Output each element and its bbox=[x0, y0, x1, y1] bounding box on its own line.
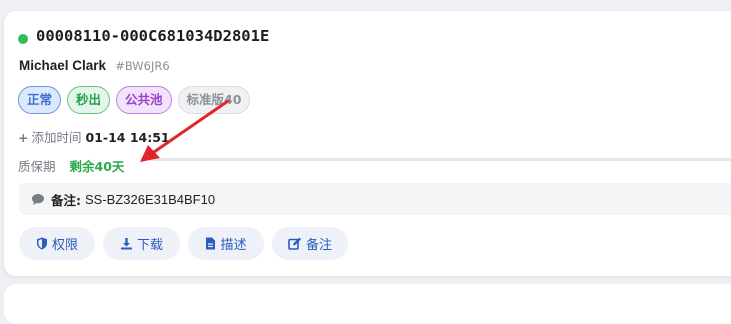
status-dot bbox=[18, 34, 28, 44]
added-time-value: 01-14 14:51 bbox=[85, 130, 170, 145]
warranty-label: 质保期 bbox=[18, 159, 56, 174]
speed-tag[interactable]: 秒出 bbox=[67, 86, 111, 114]
download-icon bbox=[120, 238, 132, 250]
download-button[interactable]: 下载 bbox=[103, 227, 180, 260]
tag-list: 正常 秒出 公共池 标准版40 bbox=[18, 86, 251, 114]
device-id: 00008110-000C681034D2801E bbox=[36, 27, 270, 45]
shield-icon bbox=[36, 237, 47, 250]
user-name: Michael Clark bbox=[19, 58, 107, 73]
remark-button-label: 备注 bbox=[305, 238, 332, 253]
plus-icon: + bbox=[18, 130, 29, 145]
remark-box: 备注: SS-BZ326E31B4BF10 bbox=[19, 183, 731, 215]
remark-button[interactable]: 备注 bbox=[272, 227, 348, 260]
action-bar: 权限 下载 描述 备注 bbox=[19, 227, 348, 260]
warranty-row: 质保期 剩余40天 bbox=[18, 156, 124, 175]
edition-tag[interactable]: 标准版40 bbox=[177, 86, 251, 114]
status-tag[interactable]: 正常 bbox=[18, 86, 62, 114]
describe-label: 描述 bbox=[220, 238, 247, 253]
describe-button[interactable]: 描述 bbox=[188, 227, 264, 260]
next-device-card bbox=[4, 284, 731, 324]
remark-value: SS-BZ326E31B4BF10 bbox=[85, 191, 216, 207]
comment-icon bbox=[31, 193, 45, 206]
edit-icon bbox=[288, 237, 301, 250]
added-time-row: + 添加时间 01-14 14:51 bbox=[18, 127, 170, 146]
user-row: Michael Clark #BW6JR6 bbox=[19, 58, 170, 74]
download-label: 下载 bbox=[136, 238, 163, 253]
document-icon bbox=[206, 237, 216, 250]
added-time-label: 添加时间 bbox=[31, 130, 82, 145]
device-card: 00008110-000C681034D2801E Michael Clark … bbox=[4, 11, 731, 276]
permission-button[interactable]: 权限 bbox=[19, 227, 95, 260]
permission-label: 权限 bbox=[51, 238, 78, 253]
warranty-value: 剩余40天 bbox=[69, 159, 125, 174]
remark-label: 备注: bbox=[51, 192, 81, 208]
pool-tag[interactable]: 公共池 bbox=[116, 86, 172, 114]
user-code: #BW6JR6 bbox=[115, 59, 170, 73]
warranty-progress-track bbox=[150, 158, 731, 161]
